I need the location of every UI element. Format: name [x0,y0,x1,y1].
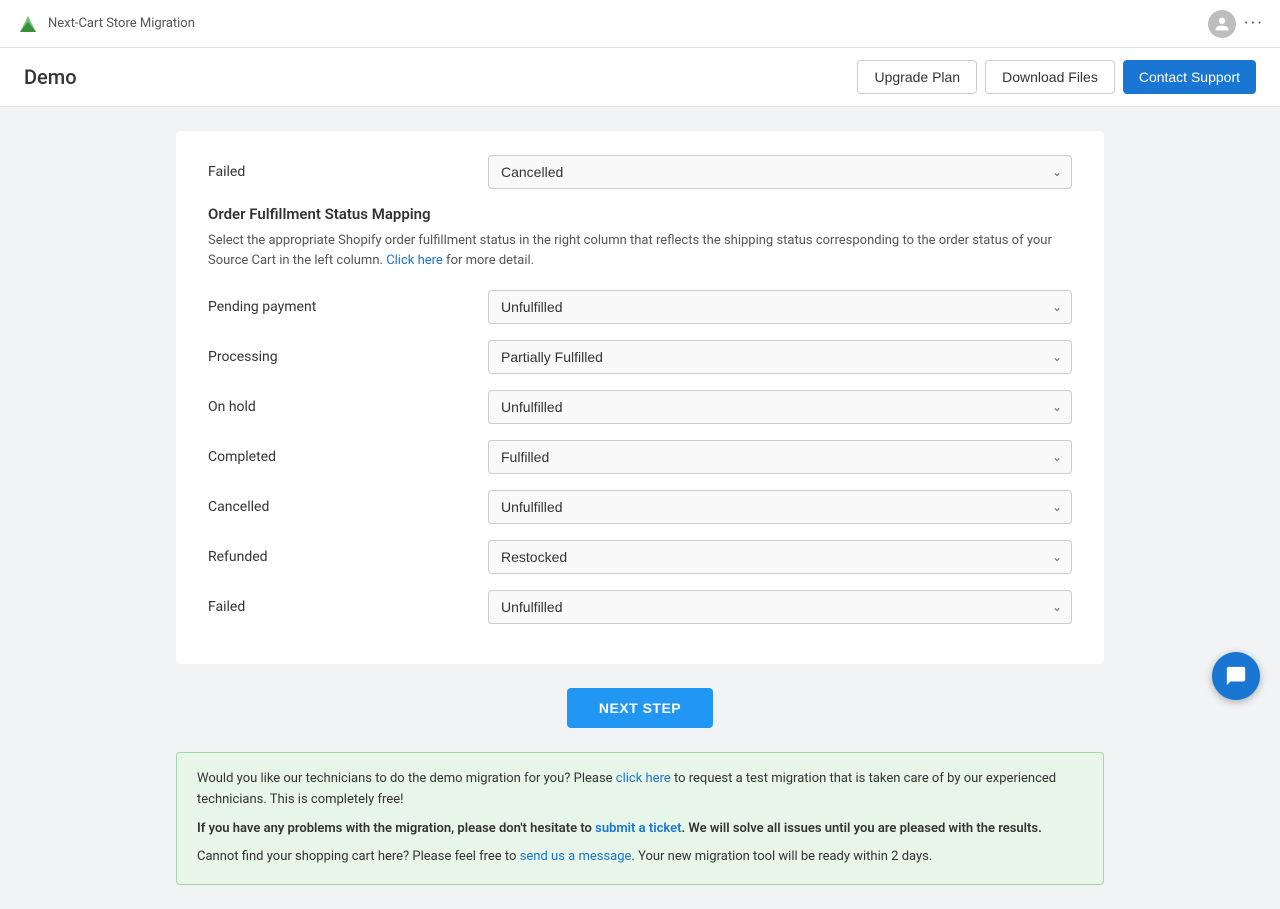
upgrade-plan-button[interactable]: Upgrade Plan [857,60,977,94]
fulfillment-row: FailedUnfulfilledPartially FulfilledFulf… [208,590,1072,624]
click-here-migration-link[interactable]: click here [616,771,671,786]
info-line-2: If you have any problems with the migrat… [197,819,1083,840]
header-actions: Upgrade Plan Download Files Contact Supp… [857,60,1256,94]
fulfillment-rows: Pending paymentUnfulfilledPartially Fulf… [208,290,1072,624]
fulfillment-row-label: Pending payment [208,299,488,315]
app-logo-icon [16,12,40,36]
fulfillment-row: CompletedUnfulfilledPartially FulfilledF… [208,440,1072,474]
more-options-button[interactable]: ··· [1244,13,1264,34]
fulfillment-row-select[interactable]: UnfulfilledPartially FulfilledFulfilledR… [488,440,1072,474]
app-title: Next-Cart Store Migration [48,16,195,31]
fulfillment-row-select-wrap: UnfulfilledPartially FulfilledFulfilledR… [488,590,1072,624]
send-message-link[interactable]: send us a message [520,849,632,864]
page-header: Demo Upgrade Plan Download Files Contact… [0,48,1280,107]
fulfillment-row-select-wrap: UnfulfilledPartially FulfilledFulfilledR… [488,490,1072,524]
failed-top-row: Failed Cancelled Unfulfilled Partially F… [208,155,1072,189]
fulfillment-row: RefundedUnfulfilledPartially FulfilledFu… [208,540,1072,574]
fulfillment-row-select[interactable]: UnfulfilledPartially FulfilledFulfilledR… [488,340,1072,374]
fulfillment-row-label: Cancelled [208,499,488,515]
main-content: Failed Cancelled Unfulfilled Partially F… [160,131,1120,885]
fulfillment-row-select-wrap: UnfulfilledPartially FulfilledFulfilledR… [488,440,1072,474]
fulfillment-row: Pending paymentUnfulfilledPartially Fulf… [208,290,1072,324]
info-line-1: Would you like our technicians to do the… [197,769,1083,811]
fulfillment-row-select[interactable]: UnfulfilledPartially FulfilledFulfilledR… [488,390,1072,424]
submit-ticket-link[interactable]: submit a ticket [595,821,681,836]
next-step-button[interactable]: NEXT STEP [567,688,713,728]
section-description: Select the appropriate Shopify order ful… [208,231,1072,270]
fulfillment-row-select[interactable]: UnfulfilledPartially FulfilledFulfilledR… [488,290,1072,324]
click-here-link[interactable]: Click here [386,253,443,268]
info-box: Would you like our technicians to do the… [176,752,1104,885]
fulfillment-row-select-wrap: UnfulfilledPartially FulfilledFulfilledR… [488,540,1072,574]
fulfillment-row-label: Completed [208,449,488,465]
chat-bubble-button[interactable] [1212,652,1260,700]
fulfillment-row-select[interactable]: UnfulfilledPartially FulfilledFulfilledR… [488,590,1072,624]
fulfillment-row: ProcessingUnfulfilledPartially Fulfilled… [208,340,1072,374]
app-logo: Next-Cart Store Migration [16,12,195,36]
fulfillment-row-select-wrap: UnfulfilledPartially FulfilledFulfilledR… [488,290,1072,324]
fulfillment-row-label: Failed [208,599,488,615]
failed-top-label: Failed [208,164,488,180]
fulfillment-row-select-wrap: UnfulfilledPartially FulfilledFulfilledR… [488,390,1072,424]
fulfillment-row-select[interactable]: UnfulfilledPartially FulfilledFulfilledR… [488,490,1072,524]
fulfillment-row-label: Refunded [208,549,488,565]
fulfillment-row-select-wrap: UnfulfilledPartially FulfilledFulfilledR… [488,340,1072,374]
page-title: Demo [24,65,857,89]
fulfillment-row-select[interactable]: UnfulfilledPartially FulfilledFulfilledR… [488,540,1072,574]
section-heading: Order Fulfillment Status Mapping [208,205,1072,223]
info-line-3: Cannot find your shopping cart here? Ple… [197,847,1083,868]
app-chrome-bar: Next-Cart Store Migration ··· [0,0,1280,48]
top-bar-right: ··· [1200,10,1264,38]
fulfillment-row: CancelledUnfulfilledPartially FulfilledF… [208,490,1072,524]
fulfillment-row-label: On hold [208,399,488,415]
fulfillment-row-label: Processing [208,349,488,365]
contact-support-button[interactable]: Contact Support [1123,60,1256,94]
fulfillment-card: Failed Cancelled Unfulfilled Partially F… [176,131,1104,664]
user-avatar[interactable] [1208,10,1236,38]
failed-top-select-wrap: Cancelled Unfulfilled Partially Fulfille… [488,155,1072,189]
next-step-area: NEXT STEP [176,688,1104,728]
failed-top-select[interactable]: Cancelled Unfulfilled Partially Fulfille… [488,155,1072,189]
download-files-button[interactable]: Download Files [985,60,1115,94]
fulfillment-row: On holdUnfulfilledPartially FulfilledFul… [208,390,1072,424]
